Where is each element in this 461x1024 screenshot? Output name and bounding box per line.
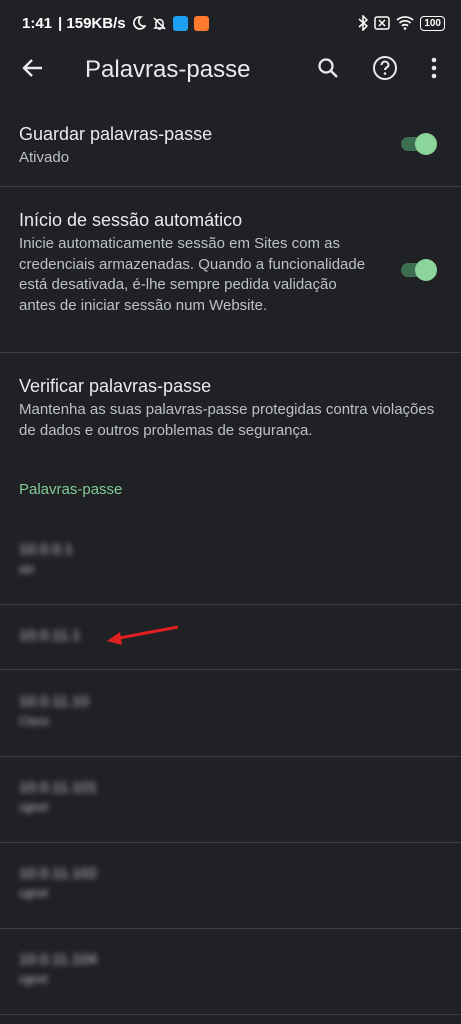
password-username: sin [19,562,35,576]
divider [0,604,461,605]
app-notification-icon [193,15,209,31]
password-username: Cisco [19,714,50,728]
password-username: cgnvt [19,972,48,986]
status-bar: 1:41 | 159KB/s 100 [0,0,461,46]
divider [0,1014,461,1015]
twitter-icon [172,15,188,31]
annotation-arrow-icon [107,625,179,645]
moon-icon [132,16,146,30]
save-passwords-toggle[interactable] [399,132,437,156]
more-options-button[interactable] [414,50,454,90]
help-button[interactable] [365,50,405,90]
setting-title: Verificar palavras-passe [19,376,212,396]
password-list-item[interactable]: 10.0.11.102 cgnvt [0,864,461,902]
status-time: 1:41 [22,14,53,32]
divider [0,928,461,929]
toggle-thumb [415,259,437,281]
setting-check-passwords[interactable]: Verificar palavras-passe Mantenha as sua… [0,374,461,441]
app-bar: Palavras-passe [0,46,461,94]
divider [0,842,461,843]
search-icon [317,57,339,84]
page-title: Palavras-passe [85,56,251,83]
setting-save-passwords[interactable]: Guardar palavras-passe Ativado [0,122,461,169]
password-list-item[interactable]: 10.0.11.1 [0,626,461,646]
wifi-icon [396,16,414,30]
password-host: 10.0.11.104 [19,951,98,968]
bluetooth-icon [358,15,369,31]
setting-title: Início de sessão automático [19,210,243,230]
password-host: 10.0.11.102 [19,865,98,882]
password-host: 10.0.11.10 [19,693,89,710]
password-host: 10.0.0.1 [19,541,74,558]
battery-icon: 100 [420,15,445,31]
password-host: 10.0.11.1 [19,627,81,644]
setting-subtitle: Inicie automaticamente sessão em Sites c… [19,235,366,314]
password-username: cgnvt [19,886,48,900]
help-icon [372,55,398,86]
status-left: 1:41 | 159KB/s [22,15,209,32]
status-right: 100 [358,15,445,31]
setting-title: Guardar palavras-passe [19,124,213,144]
section-header-passwords: Palavras-passe [19,481,123,498]
divider [0,669,461,670]
setting-subtitle: Mantenha as suas palavras-passe protegid… [19,401,435,439]
more-vert-icon [431,57,437,84]
search-button[interactable] [308,50,348,90]
password-list-item[interactable]: 10.0.11.10 Cisco [0,692,461,730]
bell-off-icon [152,16,167,31]
back-button[interactable] [13,50,53,90]
divider [0,186,461,187]
setting-auto-signin[interactable]: Início de sessão automático Inicie autom… [0,208,461,316]
status-speed: | 159KB/s [58,14,126,32]
setting-subtitle: Ativado [19,149,70,166]
divider [0,352,461,353]
back-arrow-icon [22,57,44,84]
no-sim-icon [374,16,391,30]
divider [0,756,461,757]
password-username: cgnvt [19,800,48,814]
password-list-item[interactable]: 10.0.0.1 sin [0,540,461,578]
toggle-thumb [415,133,437,155]
auto-signin-toggle[interactable] [399,258,437,282]
password-host: 10.0.11.101 [19,779,98,796]
password-list-item[interactable]: 10.0.11.101 cgnvt [0,778,461,816]
password-list-item[interactable]: 10.0.11.104 cgnvt [0,950,461,988]
